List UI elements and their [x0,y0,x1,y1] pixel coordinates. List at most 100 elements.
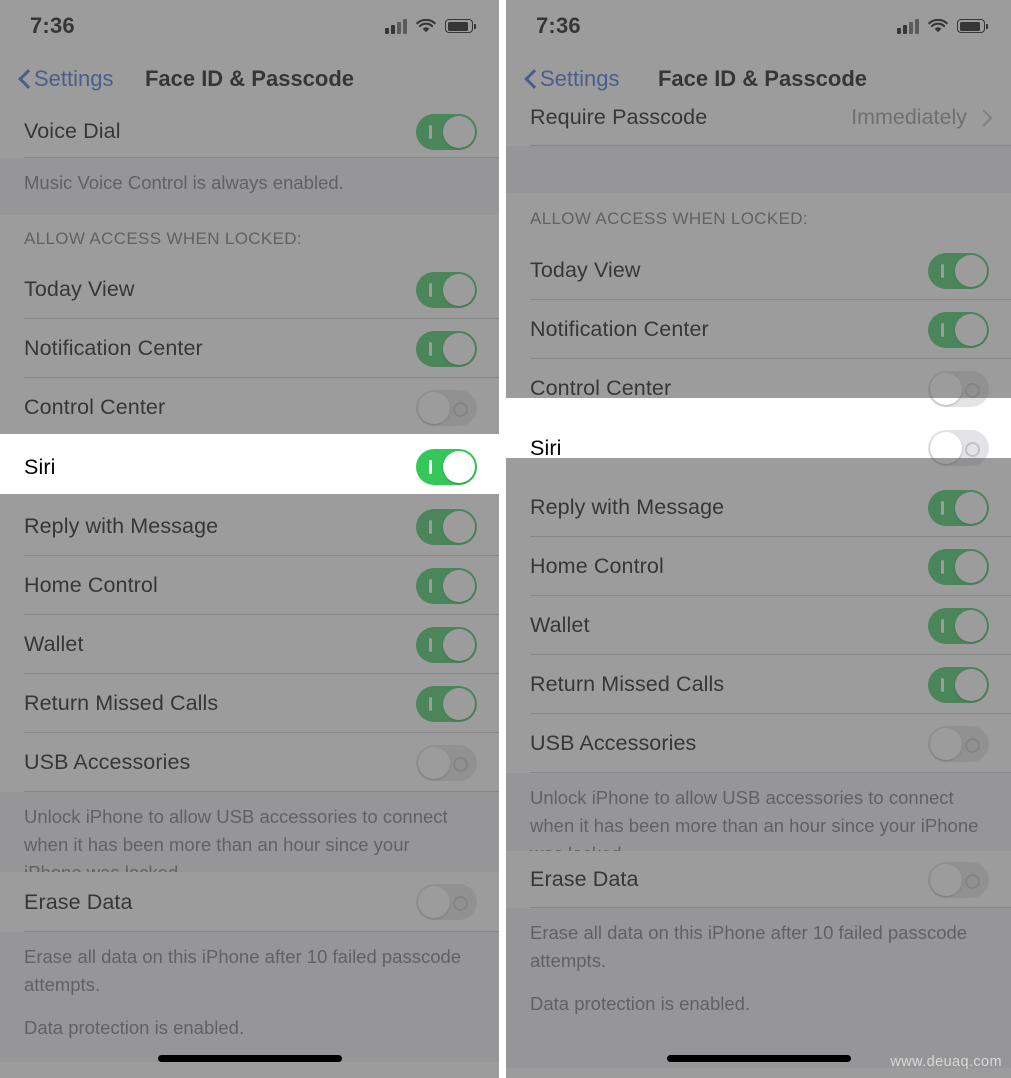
return-missed-calls-toggle[interactable] [928,666,989,703]
battery-icon [445,19,476,33]
chevron-left-icon [18,68,31,90]
control-center-toggle[interactable] [928,370,989,407]
wifi-icon [416,18,436,34]
left-usb-footer-gap: Unlock iPhone to allow USB accessories t… [0,792,499,883]
row-control-center[interactable]: Control Center [506,359,1011,418]
row-require-passcode[interactable]: Require Passcode Immediately [506,105,1011,146]
right-status-bar: 7:36 [506,0,1011,52]
right-status-icons [897,18,988,34]
wallet-toggle[interactable] [928,607,989,644]
right-phone-screenshot: 7:36 Settings Face ID & Passcode Require… [506,0,1011,1078]
right-settings-list: Require Passcode Immediately ALLOW ACCES… [506,105,1011,1068]
row-erase-data[interactable]: Erase Data [0,872,499,932]
row-label: Today View [24,277,135,301]
row-label: Home Control [530,554,664,578]
back-button-label: Settings [540,65,620,91]
left-status-bar: 7:36 [0,0,499,52]
row-erase-data[interactable]: Erase Data [506,851,1011,908]
left-group-header-allow-access: ALLOW ACCESS WHEN LOCKED: [0,215,499,260]
row-label: Siri [24,454,56,479]
row-wallet[interactable]: Wallet [506,596,1011,655]
row-label: Reply with Message [24,514,219,538]
erase-data-toggle[interactable] [416,884,477,920]
back-to-settings-button[interactable]: Settings [18,66,114,92]
row-usb-accessories[interactable]: USB Accessories [0,733,499,792]
control-center-toggle[interactable] [416,389,477,426]
row-home-control[interactable]: Home Control [0,556,499,615]
wallet-toggle[interactable] [416,626,477,663]
row-return-missed-calls[interactable]: Return Missed Calls [506,655,1011,714]
today-view-toggle[interactable] [928,252,989,289]
row-voice-dial[interactable]: Voice Dial [0,105,499,158]
return-missed-calls-toggle[interactable] [416,685,477,722]
erase-data-footer-text: Erase all data on this iPhone after 10 f… [530,922,968,971]
back-button-label: Settings [34,65,114,91]
chevron-left-icon [524,68,537,90]
left-status-clock: 7:36 [30,13,75,38]
home-control-toggle[interactable] [928,548,989,585]
row-reply-with-message[interactable]: Reply with Message [0,497,499,556]
notification-center-toggle[interactable] [928,311,989,348]
row-label: Wallet [24,632,84,656]
row-label: Return Missed Calls [530,672,725,696]
row-label: Control Center [24,395,166,419]
row-usb-accessories[interactable]: USB Accessories [506,714,1011,773]
usb-accessories-toggle[interactable] [928,725,989,762]
home-control-toggle[interactable] [416,567,477,604]
row-today-view[interactable]: Today View [506,241,1011,300]
right-usb-footer-gap: Unlock iPhone to allow USB accessories t… [506,773,1011,864]
row-notification-center[interactable]: Notification Center [0,319,499,378]
row-label: Notification Center [530,317,709,341]
battery-icon [957,19,988,33]
left-nav-bar: Settings Face ID & Passcode [0,52,499,105]
back-to-settings-button[interactable]: Settings [524,66,620,92]
left-settings-list: Voice Dial Music Voice Control is always… [0,105,499,1062]
row-label: Return Missed Calls [24,691,219,715]
left-voice-footer-gap: Music Voice Control is always enabled. [0,158,499,215]
voice-dial-toggle[interactable] [416,113,477,150]
row-label: Require Passcode [530,105,708,129]
right-nav-bar: Settings Face ID & Passcode [506,52,1011,105]
row-wallet[interactable]: Wallet [0,615,499,674]
row-control-center[interactable]: Control Center [0,378,499,437]
row-home-control[interactable]: Home Control [506,537,1011,596]
chevron-right-icon [978,109,989,127]
home-indicator[interactable] [666,1055,851,1062]
left-status-icons [385,18,476,34]
row-label: Reply with Message [530,495,725,519]
reply-with-message-toggle[interactable] [928,489,989,526]
row-label: Erase Data [530,867,639,891]
notification-center-toggle[interactable] [416,330,477,367]
siri-toggle[interactable] [928,430,989,466]
row-notification-center[interactable]: Notification Center [506,300,1011,359]
data-protection-footer-text: Data protection is enabled. [24,1017,245,1038]
row-reply-with-message[interactable]: Reply with Message [506,478,1011,537]
require-passcode-value-group: Immediately [851,105,989,130]
row-label: Erase Data [24,889,133,914]
data-protection-footer-text: Data protection is enabled. [530,993,751,1014]
today-view-toggle[interactable] [416,271,477,308]
siri-toggle[interactable] [416,449,477,485]
left-erase-footer-gap: Erase all data on this iPhone after 10 f… [0,932,499,1062]
right-group-header-allow-access: ALLOW ACCESS WHEN LOCKED: [506,193,1011,241]
row-return-missed-calls[interactable]: Return Missed Calls [0,674,499,733]
row-siri-highlighted[interactable]: Siri [506,418,1011,478]
home-indicator[interactable] [157,1055,342,1062]
row-label: Control Center [530,376,672,400]
right-section-gap [506,146,1011,193]
require-passcode-value: Immediately [851,105,967,129]
row-today-view[interactable]: Today View [0,260,499,319]
site-watermark: www.deuaq.com [890,1054,1002,1070]
reply-with-message-toggle[interactable] [416,508,477,545]
group-header-label: ALLOW ACCESS WHEN LOCKED: [24,229,302,248]
row-label: Wallet [530,613,590,637]
right-status-clock: 7:36 [536,13,581,38]
row-label: Siri [530,435,562,460]
row-siri-highlighted[interactable]: Siri [0,437,499,497]
cellular-bars-icon [897,18,919,34]
left-phone-screenshot: 7:36 Settings Face ID & Passcode Voice D… [0,0,499,1078]
group-header-label: ALLOW ACCESS WHEN LOCKED: [530,209,808,228]
erase-data-toggle[interactable] [928,861,989,898]
usb-accessories-toggle[interactable] [416,744,477,781]
row-label: Voice Dial [24,119,121,143]
